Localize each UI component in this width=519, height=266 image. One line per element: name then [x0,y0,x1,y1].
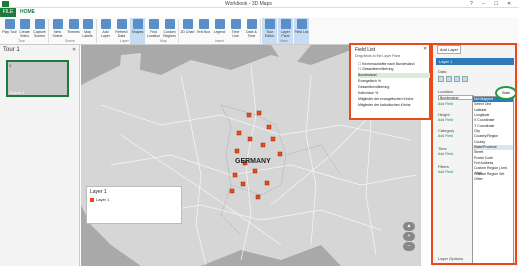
field-item[interactable]: Mitglieder der katholischen Kirche [358,103,430,108]
time-line-button[interactable]: Time Line [228,18,243,44]
ribbon-divider [178,19,179,43]
map-marker [247,136,253,142]
map-marker [270,136,276,142]
layer-pane-icon [280,19,291,29]
close-field-list-icon[interactable]: ✕ [423,46,427,52]
shapes-icon [132,19,143,29]
2d-chart-button[interactable]: 2D Chart [180,18,195,44]
custom-regions-icon [164,19,175,29]
legend-title: Layer 1 [90,189,107,195]
map-marker [277,151,283,157]
minimize-button[interactable]: – [482,0,485,8]
title-bar: Workbook - 3D Maps ? – ☐ ✕ [0,0,519,8]
textbox-icon [198,19,209,29]
new-scene-button[interactable]: New Scene [50,18,65,44]
menu-tabs: FILE HOME [0,8,519,17]
group-label-tour: Tour [18,39,25,43]
new-scene-icon [52,19,63,29]
scene-label: Scene 1 [10,90,25,95]
group-label-scene: Scene [65,39,75,43]
group-label-map: Map [160,39,167,43]
tab-home[interactable]: HOME [20,8,35,17]
map-marker [252,168,258,174]
tab-file[interactable]: FILE [0,8,16,17]
map-marker [236,130,242,136]
scene-number: 1 [9,63,12,68]
zoom-in-button[interactable]: + [403,232,415,241]
map-marker [256,110,262,116]
capture-screen-button[interactable]: Capture Screen [32,18,47,44]
tour-title: Tour 1 [3,47,20,53]
layer-pane-highlight [431,43,517,265]
map-marker [264,180,270,186]
tour-editor-pane: Tour 1 ✕ 1 Scene 1 [0,45,80,266]
group-label-view: View [280,39,288,43]
close-tour-pane-icon[interactable]: ✕ [72,47,76,53]
help-button[interactable]: ? [470,0,473,8]
play-icon [4,19,15,29]
field-list-subtitle: Drag fields to the Layer Pane [355,54,401,58]
map-marker [246,112,252,118]
map-legend[interactable]: Layer 1 Layer 1 [86,186,182,224]
shapes-button[interactable]: Shapes [130,18,145,44]
map-marker [266,124,272,130]
map-marker [234,148,240,154]
ribbon-divider [96,19,97,43]
video-icon [19,19,30,29]
window-title: Workbook - 3D Maps [225,1,272,7]
themes-icon [68,19,79,29]
legend-entry: Layer 1 [96,197,110,202]
field-list-button[interactable]: Field List [294,18,309,44]
tour-editor-icon [264,19,275,29]
timeline-icon [230,19,241,29]
chart-icon [182,19,193,29]
map-labels-icon [82,19,93,29]
map-navigation: ▲ + – [402,222,416,262]
maximize-button[interactable]: ☐ [494,0,498,8]
field-item[interactable]: Mitglieder der evangelischen Kirche [358,97,430,102]
refresh-icon [116,19,127,29]
tour-editor-button[interactable]: Tour Editor [262,18,277,44]
scene-thumbnail[interactable]: 1 Scene 1 [6,60,69,97]
map-marker [260,142,266,148]
field-item[interactable]: Gesamtbevölkerung [358,85,430,90]
add-layer-icon [100,19,111,29]
tilt-up-button[interactable]: ▲ [403,222,415,231]
group-label-layer: Layer [120,39,129,43]
field-item[interactable]: Katholisch % [358,91,430,96]
field-item-selected[interactable]: Bundesland [358,73,430,78]
field-item[interactable]: ☐ Gesamtbevölkerung [358,67,430,72]
country-label: GERMANY [235,158,271,165]
map-marker [255,194,261,200]
field-list-icon [296,19,307,29]
ribbon-divider [260,19,261,43]
ribbon-divider [48,19,49,43]
map-marker [232,172,238,178]
legend-icon [214,19,225,29]
camera-icon [34,19,45,29]
find-location-button[interactable]: Find Location [146,18,161,44]
zoom-out-button[interactable]: – [403,242,415,251]
map-marker [229,188,235,194]
legend-swatch [90,198,94,202]
close-button[interactable]: ✕ [507,0,511,8]
field-item[interactable]: Evangelisch % [358,79,430,84]
field-list-panel: Field List ✕ Drag fields to the Layer Pa… [349,43,431,120]
field-list-title: Field List [355,47,376,53]
play-tour-button[interactable]: Play Tour [2,18,17,44]
datetime-icon [246,19,257,29]
date-time-button[interactable]: Date & Time [244,18,259,44]
find-location-icon [148,19,159,29]
add-layer-ribbon-button[interactable]: Add Layer [98,18,113,44]
map-labels-button[interactable]: Map Labels [80,18,95,44]
text-box-button[interactable]: Text Box [196,18,211,44]
ribbon: Play Tour Create Video Capture Screen Ne… [0,17,519,45]
map-marker [240,181,246,187]
excel-logo-icon [2,1,9,7]
group-label-insert: Insert [215,39,224,43]
